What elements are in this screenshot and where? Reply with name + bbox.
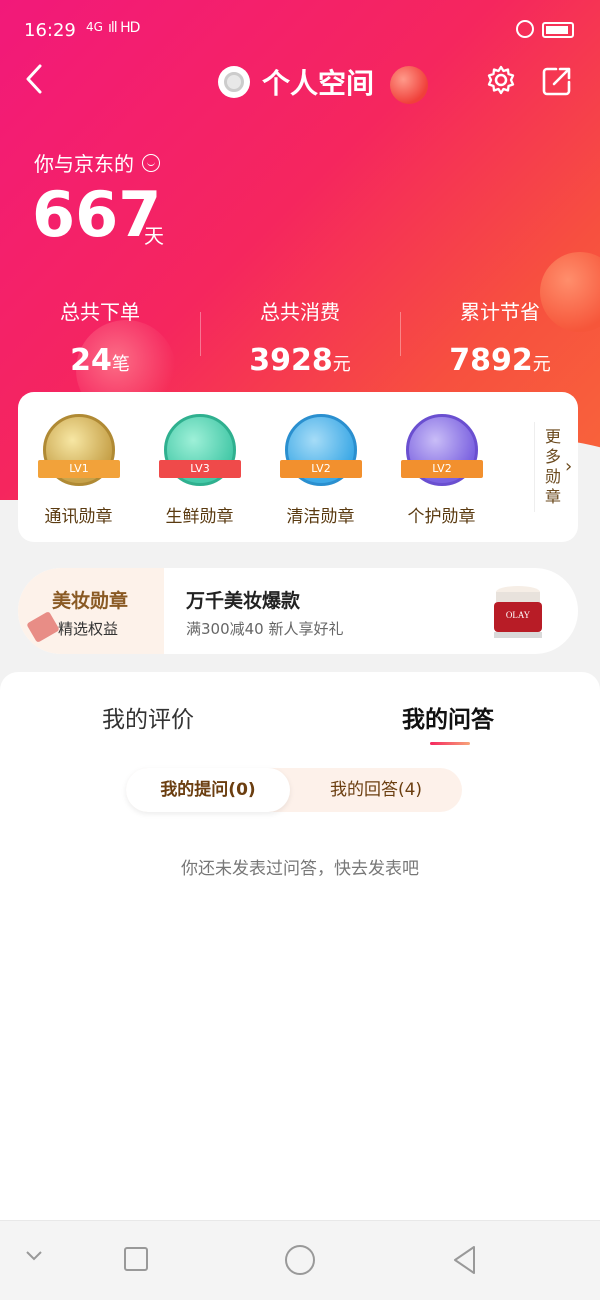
system-nav-bar <box>0 1220 600 1300</box>
badge-label: 生鲜勋章 <box>165 507 234 527</box>
signal-icon: ıll HD <box>108 20 140 36</box>
stat-value: 24 <box>70 343 112 378</box>
empty-state-message: 你还未发表过问答，快去发表吧 <box>181 859 419 879</box>
share-square-icon <box>542 67 571 96</box>
badge-personal-care[interactable]: LV2 个护勋章 <box>381 392 502 542</box>
stat-label: 总共消费 <box>260 300 340 324</box>
badge-card: LV1 通讯勋章 LV3 生鲜勋章 LV2 清洁勋章 LV2 个护勋章 更多勋章… <box>18 392 578 542</box>
stat-unit: 元 <box>332 354 351 375</box>
tab-qa[interactable]: 我的问答 <box>402 700 494 734</box>
days-label-text: 你与京东的 <box>34 152 134 176</box>
chevron-left-icon <box>26 64 42 94</box>
badge-fresh[interactable]: LV3 生鲜勋章 <box>139 392 260 542</box>
chevron-right-icon: › <box>565 456 573 477</box>
battery-icon <box>542 22 574 38</box>
system-back-button[interactable] <box>452 1245 476 1275</box>
content-panel: 我的评价 我的问答 我的提问(0) 我的回答(4) 你还未发表过问答，快去发表吧 <box>0 672 600 1220</box>
stat-label: 累计节省 <box>460 300 540 324</box>
back-button[interactable] <box>24 62 54 98</box>
days-label: 你与京东的 <box>34 148 160 177</box>
settings-button[interactable] <box>484 64 518 98</box>
chevron-down-icon <box>26 1251 42 1261</box>
stat-value: 7892 <box>449 343 533 378</box>
status-time: 16:29 <box>24 20 76 41</box>
page-title: 个人空间 <box>262 67 375 100</box>
segment-my-answers[interactable]: 我的回答(4) <box>290 768 462 812</box>
network-type: 4G <box>86 20 103 34</box>
stat-value: 3928 <box>249 343 333 378</box>
promo-headline: 万千美妆爆款 <box>186 590 301 612</box>
qa-segment-control: 我的提问(0) 我的回答(4) <box>126 768 462 812</box>
days-unit: 天 <box>144 224 164 248</box>
decor-bubble <box>390 66 428 104</box>
home-button[interactable] <box>285 1245 315 1275</box>
segment-my-questions[interactable]: 我的提问(0) <box>126 768 290 812</box>
stat-label: 总共下单 <box>60 300 140 324</box>
tab-active-indicator <box>430 742 470 745</box>
badge-label: 清洁勋章 <box>286 507 355 527</box>
hide-nav-button[interactable] <box>24 1245 44 1265</box>
status-bar: 16:29 4G ıll HD <box>0 0 600 62</box>
badge-level: LV3 <box>159 460 241 478</box>
stat-orders[interactable]: 总共下单 24笔 <box>0 290 200 380</box>
stats-row: 总共下单 24笔 总共消费 3928元 累计节省 7892元 <box>0 290 600 380</box>
beauty-promo-banner[interactable]: 美妆勋章 精选权益 万千美妆爆款 满300减40 新人享好礼 OLAY <box>18 568 578 654</box>
smile-icon <box>142 153 160 172</box>
badge-level: LV1 <box>38 460 120 478</box>
more-badges-label: 更多勋章 <box>545 427 562 506</box>
recent-apps-button[interactable] <box>124 1247 148 1271</box>
share-button[interactable] <box>540 64 574 98</box>
product-brand: OLAY <box>506 610 531 620</box>
stat-unit: 元 <box>532 354 551 375</box>
badge-level: LV2 <box>401 460 483 478</box>
cream-jar-image: OLAY <box>494 586 542 638</box>
triangle-back-icon <box>454 1246 475 1274</box>
tab-reviews[interactable]: 我的评价 <box>102 700 194 734</box>
tab-bar: 我的评价 我的问答 <box>0 700 600 750</box>
badge-level: LV2 <box>280 460 362 478</box>
gear-icon <box>487 65 515 95</box>
stat-savings[interactable]: 累计节省 7892元 <box>400 290 600 380</box>
badge-communication[interactable]: LV1 通讯勋章 <box>18 392 139 542</box>
promo-subtitle: 精选权益 <box>58 620 119 638</box>
lock-circle-icon <box>516 20 534 38</box>
promo-title: 美妆勋章 <box>52 590 129 612</box>
stat-spending[interactable]: 总共消费 3928元 <box>200 290 400 380</box>
page-title-group: 个人空间 <box>218 62 374 102</box>
badge-cleaning[interactable]: LV2 清洁勋章 <box>260 392 381 542</box>
badge-label: 个护勋章 <box>407 507 476 527</box>
stat-unit: 笔 <box>111 354 130 375</box>
more-badges-link[interactable]: 更多勋章 › <box>534 422 578 512</box>
promo-description: 满300减40 新人享好礼 <box>186 620 344 638</box>
days-value: 667 <box>32 178 162 251</box>
badge-list: LV1 通讯勋章 LV3 生鲜勋章 LV2 清洁勋章 LV2 个护勋章 <box>18 392 518 542</box>
avatar[interactable] <box>218 66 250 98</box>
badge-label: 通讯勋章 <box>44 507 113 527</box>
